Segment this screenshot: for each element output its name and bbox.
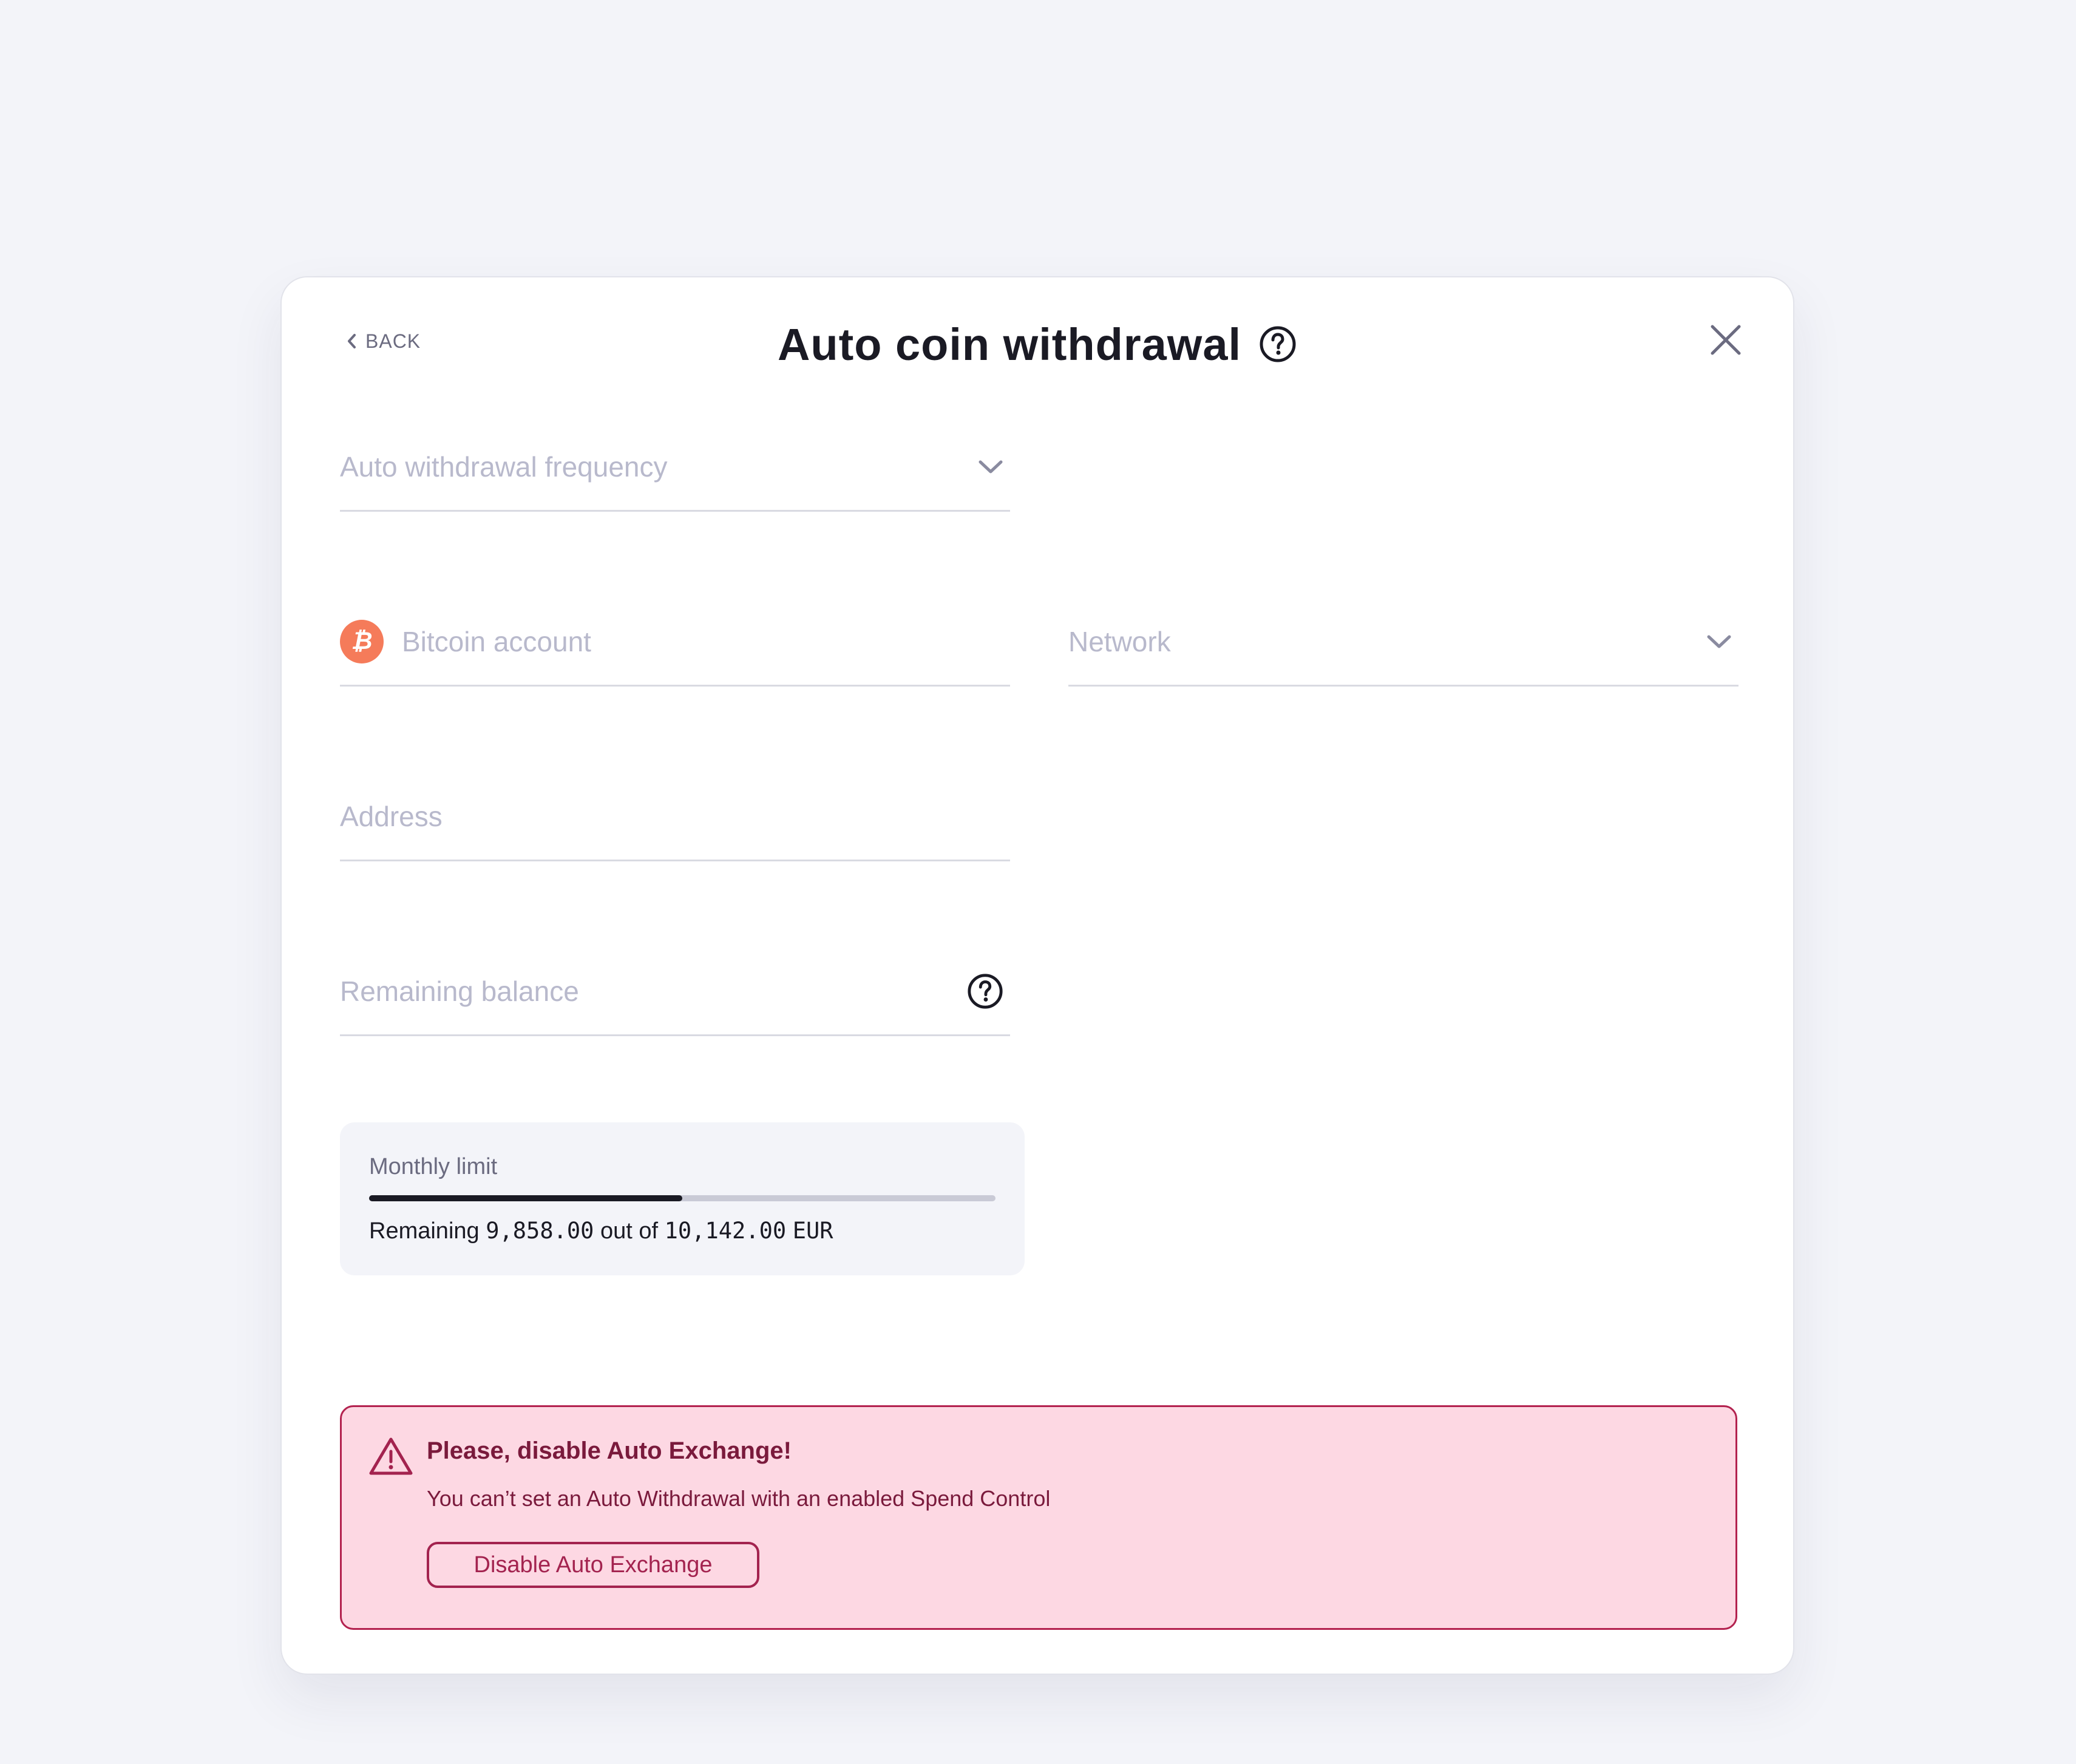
help-icon[interactable] xyxy=(1258,325,1297,364)
close-icon xyxy=(1711,325,1741,355)
modal-header: Auto coin withdrawal xyxy=(282,311,1793,378)
monthly-limit-card: Monthly limit Remaining 9,858.00 out of … xyxy=(340,1122,1025,1275)
account-placeholder: Bitcoin account xyxy=(402,625,591,657)
disable-auto-exchange-button[interactable]: Disable Auto Exchange xyxy=(427,1542,759,1588)
auto-exchange-alert: Please, disable Auto Exchange! You can’t… xyxy=(340,1405,1737,1630)
warning-icon xyxy=(368,1436,413,1479)
currency-code: EUR xyxy=(792,1218,833,1244)
alert-message: You can’t set an Auto Withdrawal with an… xyxy=(427,1486,1051,1511)
chevron-down-icon xyxy=(1706,633,1732,650)
help-icon[interactable] xyxy=(966,972,1004,1010)
network-placeholder: Network xyxy=(1068,625,1171,657)
address-placeholder: Address xyxy=(340,800,443,832)
remaining-balance-placeholder: Remaining balance xyxy=(340,975,579,1007)
close-button[interactable] xyxy=(1705,319,1747,361)
monthly-limit-text: Remaining 9,858.00 out of 10,142.00 EUR xyxy=(369,1218,833,1244)
bitcoin-icon: ₿ xyxy=(340,619,384,663)
frequency-select[interactable]: Auto withdrawal frequency xyxy=(340,423,1010,512)
total-amount: 10,142.00 xyxy=(664,1218,787,1244)
monthly-limit-progress-fill xyxy=(369,1195,682,1201)
auto-withdrawal-modal: BACK Auto coin withdrawal Auto withdrawa… xyxy=(280,276,1794,1675)
chevron-down-icon xyxy=(977,458,1004,475)
remaining-prefix: Remaining xyxy=(369,1218,480,1244)
alert-title: Please, disable Auto Exchange! xyxy=(427,1437,792,1464)
address-input[interactable]: Address xyxy=(340,773,1010,861)
monthly-limit-progress xyxy=(369,1195,996,1201)
remaining-amount: 9,858.00 xyxy=(486,1218,594,1244)
frequency-placeholder: Auto withdrawal frequency xyxy=(340,450,668,483)
network-select[interactable]: Network xyxy=(1068,598,1738,687)
monthly-limit-label: Monthly limit xyxy=(369,1154,498,1179)
account-select[interactable]: ₿ Bitcoin account xyxy=(340,598,1010,687)
amount-connector: out of xyxy=(600,1218,659,1244)
modal-title: Auto coin withdrawal xyxy=(777,319,1242,370)
remaining-balance-input[interactable]: Remaining balance xyxy=(340,948,1010,1036)
